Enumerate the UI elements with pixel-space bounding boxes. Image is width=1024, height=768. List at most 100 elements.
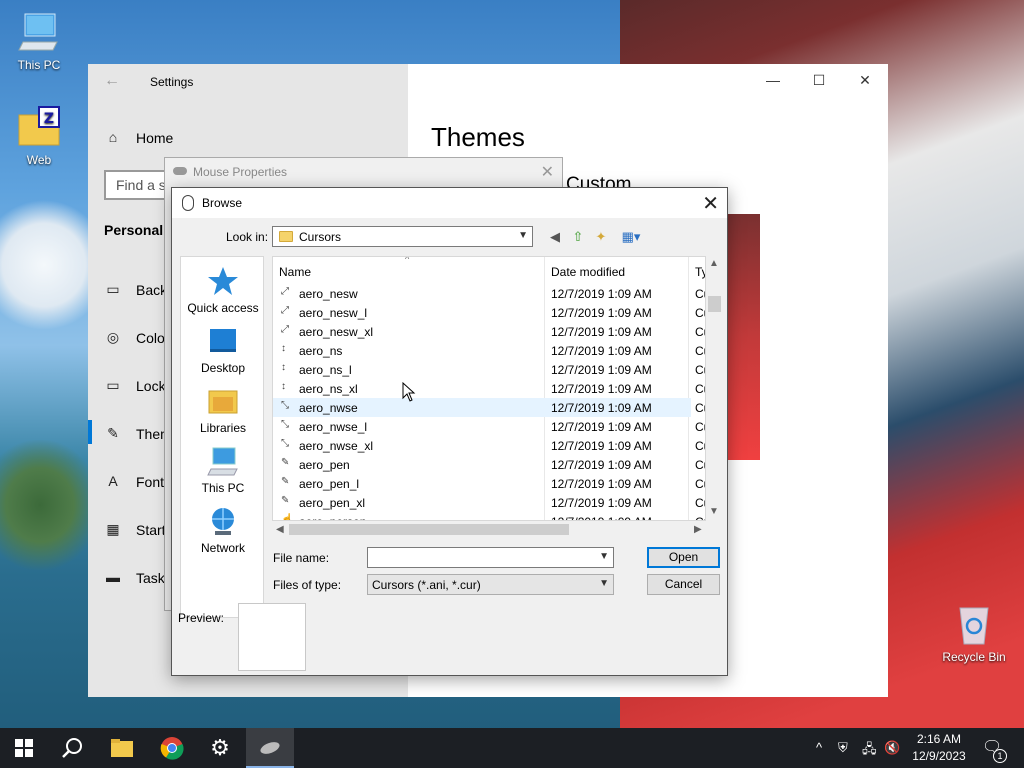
place-quick-access[interactable]: Quick access (181, 265, 265, 315)
file-explorer-icon (111, 739, 133, 757)
network-icon (207, 505, 239, 537)
place-label: Quick access (187, 301, 259, 315)
computer-icon (17, 10, 61, 54)
browse-dialog: Browse ✕ Look in: Cursors ▼ ◀ ⇧ ✦ ▦▾ Qui… (171, 187, 728, 676)
desktop-icon-this-pc[interactable]: This PC (3, 10, 75, 72)
cursor-file-icon: ⤡ (281, 438, 289, 449)
open-button[interactable]: Open (647, 547, 720, 568)
scroll-right-icon[interactable]: ▶ (694, 524, 702, 535)
look-in-dropdown[interactable]: Cursors ▼ (272, 226, 533, 247)
desktop-icon-web[interactable]: Z Web (3, 105, 75, 167)
place-desktop[interactable]: Desktop (181, 325, 265, 375)
cancel-button[interactable]: Cancel (647, 574, 720, 595)
network-tray-icon[interactable]: 🖧 (862, 740, 877, 762)
wallpaper-island (0, 440, 100, 570)
mouse-icon (260, 742, 280, 754)
scroll-up-icon[interactable]: ▲ (709, 258, 719, 269)
cursor-file-icon: ⤢ (281, 324, 289, 335)
volume-muted-icon[interactable]: 🔇 (884, 740, 900, 756)
file-row[interactable]: ⤢ aero_nesw_xl 12/7/2019 1:09 AM Cu (273, 322, 705, 341)
start-button[interactable] (0, 728, 48, 768)
file-date: 12/7/2019 1:09 AM (551, 439, 652, 453)
file-date: 12/7/2019 1:09 AM (551, 325, 652, 339)
place-this-pc[interactable]: This PC (181, 445, 265, 495)
up-folder-icon[interactable]: ⇧ (569, 228, 587, 246)
file-row[interactable]: ↕ aero_ns 12/7/2019 1:09 AM Cu (273, 341, 705, 360)
back-icon[interactable]: ◀ (546, 228, 564, 246)
back-arrow-icon[interactable]: ← (104, 72, 122, 90)
new-folder-icon[interactable]: ✦ (592, 228, 610, 246)
nav-label: Colo (136, 330, 165, 346)
file-name: aero_pen_l (299, 477, 360, 491)
system-clock[interactable]: 2:16 AM 12/9/2023 (906, 731, 972, 765)
file-row[interactable]: ✎ aero_pen_xl 12/7/2019 1:09 AM Cu (273, 493, 705, 512)
file-name: aero_nesw (299, 287, 358, 301)
mouse-properties-taskbar-button[interactable] (246, 728, 294, 768)
column-header-type[interactable]: Ty (695, 265, 705, 279)
file-date: 12/7/2019 1:09 AM (551, 287, 652, 301)
files-of-type-dropdown[interactable]: Cursors (*.ani, *.cur) ▼ (367, 574, 614, 595)
chrome-icon (160, 737, 184, 760)
security-icon[interactable]: ⛨ (838, 740, 848, 756)
places-bar: Quick access Desktop Libraries This PC N… (180, 256, 264, 618)
maximize-button[interactable]: ☐ (796, 64, 842, 96)
mouse-icon (173, 167, 187, 175)
file-row[interactable]: ⤡ aero_nwse 12/7/2019 1:09 AM Cu (273, 398, 705, 417)
file-row[interactable]: ↕ aero_ns_xl 12/7/2019 1:09 AM Cu (273, 379, 705, 398)
file-type: Cu (695, 439, 705, 453)
look-in-label: Look in: (226, 230, 269, 244)
chrome-button[interactable] (148, 728, 196, 768)
cursor-file-icon: ✎ (281, 476, 290, 487)
page-title: Themes (431, 122, 525, 152)
close-button[interactable]: ✕ (702, 191, 719, 216)
view-menu-icon[interactable]: ▦▾ (618, 228, 644, 246)
close-button[interactable]: ✕ (842, 64, 888, 96)
scrollbar-thumb[interactable] (289, 524, 569, 535)
nav-label: Start (136, 522, 166, 538)
file-row[interactable]: ⤢ aero_nesw_l 12/7/2019 1:09 AM Cu (273, 303, 705, 322)
file-row[interactable]: ☝aero_person12/7/2019 1:09 AMCu (273, 512, 705, 520)
chevron-up-icon[interactable]: ^ (816, 740, 822, 755)
libraries-icon (207, 385, 239, 417)
file-date: 12/7/2019 1:09 AM (551, 420, 652, 434)
place-network[interactable]: Network (181, 505, 265, 555)
settings-button[interactable]: ⚙ (196, 728, 244, 768)
column-header-date[interactable]: Date modified (551, 265, 625, 279)
desktop-icon-recycle-bin[interactable]: Recycle Bin (938, 602, 1010, 664)
file-row[interactable]: ⤢ aero_nesw 12/7/2019 1:09 AM Cu (273, 284, 705, 303)
scroll-down-icon[interactable]: ▼ (709, 506, 719, 517)
file-row[interactable]: ⤡ aero_nwse_xl 12/7/2019 1:09 AM Cu (273, 436, 705, 455)
file-type: Cu (695, 458, 705, 472)
file-row[interactable]: ✎ aero_pen 12/7/2019 1:09 AM Cu (273, 455, 705, 474)
lock-screen-icon: ▭ (106, 377, 120, 393)
place-label: Network (200, 541, 245, 555)
file-name: aero_pen (299, 458, 350, 472)
minimize-button[interactable]: — (750, 64, 796, 96)
scroll-left-icon[interactable]: ◀ (276, 524, 284, 535)
file-explorer-button[interactable] (98, 728, 146, 768)
settings-home[interactable]: ⌂ Home (104, 120, 394, 156)
files-of-type-value: Cursors (*.ani, *.cur) (372, 578, 481, 592)
folder-icon (279, 231, 293, 242)
svg-text:Z: Z (44, 111, 54, 127)
clock-date: 12/9/2023 (912, 749, 966, 763)
close-button[interactable]: ✕ (541, 162, 554, 182)
recycle-bin-icon (952, 602, 996, 646)
chevron-down-icon[interactable]: ▼ (599, 551, 609, 562)
search-button[interactable] (48, 728, 96, 768)
file-name-input[interactable]: ▼ (367, 547, 614, 568)
search-icon (62, 738, 82, 758)
cursor-file-icon: ⤡ (281, 419, 289, 430)
start-icon: ▦ (106, 521, 120, 537)
file-row[interactable]: ↕ aero_ns_l 12/7/2019 1:09 AM Cu (273, 360, 705, 379)
gear-icon: ⚙ (210, 735, 230, 760)
column-header-name[interactable]: Name (279, 265, 311, 279)
place-libraries[interactable]: Libraries (181, 385, 265, 435)
file-row[interactable]: ✎ aero_pen_l 12/7/2019 1:09 AM Cu (273, 474, 705, 493)
image-icon: ▭ (106, 281, 120, 297)
file-type: Cu (695, 401, 705, 415)
file-type: Cu (695, 496, 705, 510)
file-row[interactable]: ⤡ aero_nwse_l 12/7/2019 1:09 AM Cu (273, 417, 705, 436)
file-name: aero_nwse (299, 401, 358, 415)
scrollbar-thumb[interactable] (708, 296, 721, 312)
